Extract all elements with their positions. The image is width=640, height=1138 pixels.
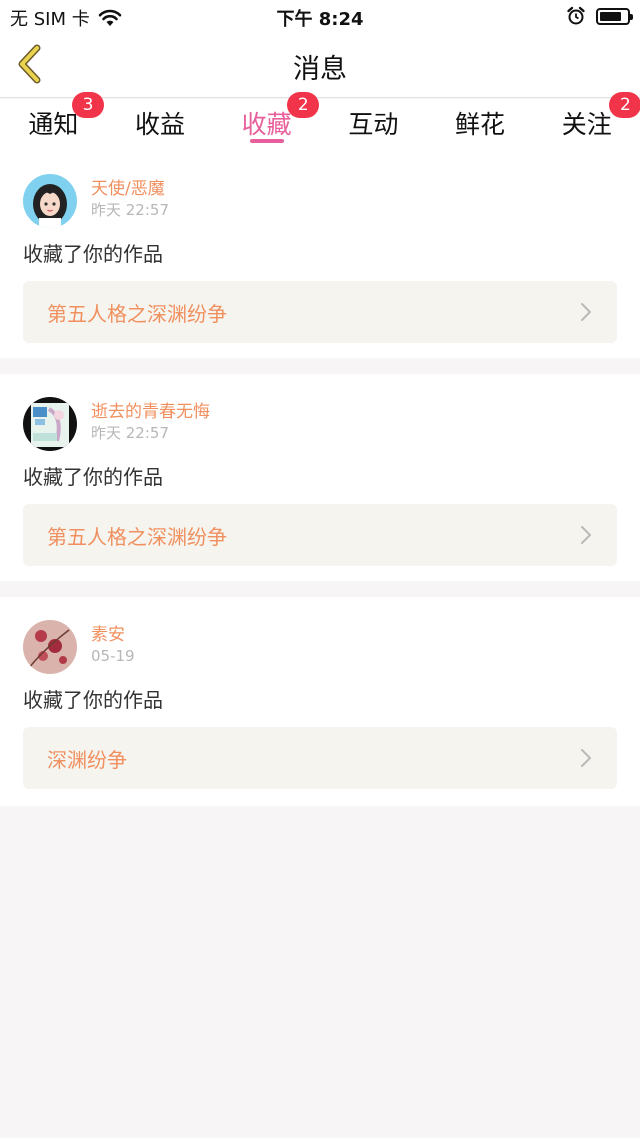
tab-label: 收益 (135, 110, 186, 139)
battery-icon (596, 7, 633, 25)
username[interactable]: 素安 (91, 625, 135, 645)
tab-label: 鲜花 (455, 110, 506, 139)
list-item: 素安 05-19 收藏了你的作品 深渊纷争 (0, 597, 640, 806)
tab-label: 通知 (28, 110, 79, 139)
tab-label: 关注 (561, 110, 612, 139)
unread-badge: 2 (287, 92, 320, 118)
avatar[interactable] (23, 620, 77, 674)
chevron-right-icon (581, 526, 591, 544)
tab-notifications[interactable]: 通知 3 (0, 92, 107, 151)
tab-earnings[interactable]: 收益 (107, 99, 214, 151)
battery-fill (600, 11, 621, 21)
chevron-right-icon (581, 749, 591, 767)
user-info: 素安 05-19 (91, 619, 135, 667)
work-title: 第五人格之深渊纷争 (47, 524, 227, 549)
list-item: 逝去的青春无悔 昨天 22:57 收藏了你的作品 第五人格之深渊纷争 (0, 374, 640, 581)
user-row: 素安 05-19 (23, 619, 617, 675)
tab-interactions[interactable]: 互动 (320, 99, 427, 151)
username[interactable]: 天使/恶魔 (91, 179, 169, 199)
user-row: 天使/恶魔 昨天 22:57 (23, 173, 617, 229)
list-item: 天使/恶魔 昨天 22:57 收藏了你的作品 第五人格之深渊纷争 (0, 151, 640, 358)
avatar[interactable] (23, 397, 77, 451)
tab-label: 互动 (348, 110, 399, 139)
user-info: 逝去的青春无悔 昨天 22:57 (91, 396, 210, 444)
timestamp: 05-19 (91, 647, 135, 665)
work-link[interactable]: 深渊纷争 (23, 727, 617, 789)
message-list: 天使/恶魔 昨天 22:57 收藏了你的作品 第五人格之深渊纷争 逝去的青春无悔… (0, 151, 640, 806)
work-link[interactable]: 第五人格之深渊纷争 (23, 281, 617, 343)
work-title: 深渊纷争 (47, 747, 127, 772)
tab-favorites[interactable]: 收藏 2 (213, 92, 320, 151)
alarm-icon (567, 6, 585, 25)
user-info: 天使/恶魔 昨天 22:57 (91, 173, 169, 221)
status-right (566, 6, 633, 26)
avatar[interactable] (23, 174, 77, 228)
chevron-right-icon (581, 303, 591, 321)
tab-bar: 通知 3 收益 收藏 2 互动 鲜花 关注 2 (0, 92, 640, 151)
work-link[interactable]: 第五人格之深渊纷争 (23, 504, 617, 566)
action-text: 收藏了你的作品 (23, 465, 163, 489)
work-title: 第五人格之深渊纷争 (47, 301, 227, 326)
action-text: 收藏了你的作品 (23, 688, 163, 712)
tab-label: 收藏 (241, 110, 292, 139)
timestamp: 昨天 22:57 (91, 424, 169, 442)
status-bar: 无 SIM 卡 下午 8:24 (0, 0, 640, 32)
user-row: 逝去的青春无悔 昨天 22:57 (23, 396, 617, 452)
clock: 下午 8:24 (276, 9, 364, 30)
active-tab-indicator (249, 139, 284, 143)
page-title: 消息 (293, 54, 347, 85)
timestamp: 昨天 22:57 (91, 201, 169, 219)
unread-badge: 3 (72, 92, 104, 118)
tab-flowers[interactable]: 鲜花 (427, 99, 534, 151)
unread-badge: 2 (609, 92, 640, 118)
username[interactable]: 逝去的青春无悔 (91, 402, 210, 422)
tab-follows[interactable]: 关注 2 (533, 92, 640, 151)
nav-bar: 消息 (0, 32, 640, 98)
action-text: 收藏了你的作品 (23, 242, 163, 266)
